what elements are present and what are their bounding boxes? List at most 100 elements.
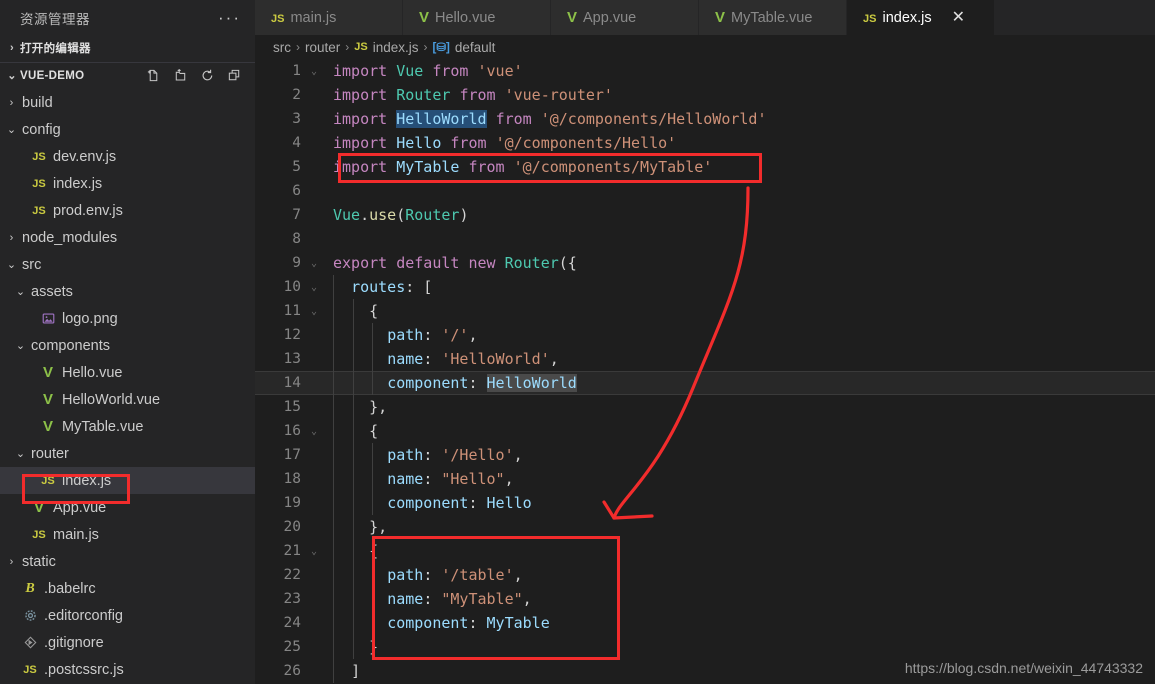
editor-tab-mytable-vue[interactable]: V MyTable.vue: [699, 0, 847, 35]
chevron-down-icon[interactable]: ⌄: [13, 339, 28, 352]
tree-item-gitignore[interactable]: .gitignore: [0, 629, 255, 656]
code-line[interactable]: 11 ⌄ {: [255, 299, 1155, 323]
tree-item-app-vue[interactable]: V App.vue: [0, 494, 255, 521]
editor-tab-main-js[interactable]: JS main.js: [255, 0, 403, 35]
fold-chevron-icon[interactable]: ⌄: [305, 258, 323, 269]
tree-item-node-modules[interactable]: › node_modules: [0, 224, 255, 251]
breadcrumb-segment[interactable]: index.js: [373, 40, 419, 55]
code-line[interactable]: 10 ⌄ routes: [: [255, 275, 1155, 299]
editor-tab-app-vue[interactable]: V App.vue: [551, 0, 699, 35]
fold-chevron-icon[interactable]: ⌄: [305, 546, 323, 557]
fold-chevron-icon[interactable]: ⌄: [305, 306, 323, 317]
tree-item-mytable-vue[interactable]: V MyTable.vue: [0, 413, 255, 440]
code-line[interactable]: 12 path: '/',: [255, 323, 1155, 347]
project-section-header[interactable]: ⌄ VUE-DEMO: [0, 62, 255, 88]
code-token: from: [468, 158, 505, 176]
breadcrumb-js-icon: JS: [354, 41, 368, 53]
tree-item-label: dev.env.js: [53, 148, 117, 165]
tree-item-assets[interactable]: ⌄ assets: [0, 278, 255, 305]
tree-item-static[interactable]: › static: [0, 548, 255, 575]
code-line[interactable]: 1 ⌄ import Vue from 'vue': [255, 59, 1155, 83]
tree-item-editorconfig[interactable]: .editorconfig: [0, 602, 255, 629]
tab-file-icon: V: [715, 10, 725, 26]
code-line[interactable]: 7 Vue.use(Router): [255, 203, 1155, 227]
tree-item-postcssrc-js[interactable]: JS .postcssrc.js: [0, 656, 255, 683]
tree-item-hello-vue[interactable]: V Hello.vue: [0, 359, 255, 386]
tree-item-router[interactable]: ⌄ router: [0, 440, 255, 467]
code-line[interactable]: 23 name: "MyTable",: [255, 587, 1155, 611]
tree-item-config[interactable]: ⌄ config: [0, 116, 255, 143]
code-line[interactable]: 8: [255, 227, 1155, 251]
editor-tab-hello-vue[interactable]: V Hello.vue: [403, 0, 551, 35]
code-token: default: [396, 254, 460, 272]
tree-item-dev-env-js[interactable]: JS dev.env.js: [0, 143, 255, 170]
code-token: component: [387, 614, 469, 632]
fold-chevron-icon[interactable]: ⌄: [305, 282, 323, 293]
chevron-down-icon[interactable]: ⌄: [4, 258, 19, 271]
tree-item-prod-env-js[interactable]: JS prod.env.js: [0, 197, 255, 224]
js-file-icon: JS: [41, 474, 55, 487]
code-editor[interactable]: 1 ⌄ import Vue from 'vue' 2 import Router fr…: [255, 59, 1155, 683]
breadcrumb-segment[interactable]: router: [305, 40, 340, 55]
code-token: ,: [513, 566, 523, 584]
tree-item-logo-png[interactable]: logo.png: [0, 305, 255, 332]
tree-item-src[interactable]: ⌄ src: [0, 251, 255, 278]
code-line-text: component: HelloWorld: [323, 374, 577, 392]
more-actions-icon[interactable]: ···: [218, 9, 251, 26]
code-line[interactable]: 18 name: "Hello",: [255, 467, 1155, 491]
chevron-right-icon[interactable]: ›: [4, 97, 19, 109]
code-token: ,: [522, 590, 532, 608]
tree-item-babelrc[interactable]: B .babelrc: [0, 575, 255, 602]
chevron-down-icon[interactable]: ⌄: [13, 447, 28, 460]
tree-item-index-js[interactable]: JS index.js: [0, 170, 255, 197]
fold-chevron-icon[interactable]: ⌄: [305, 66, 323, 77]
chevron-down-icon[interactable]: ⌄: [4, 123, 19, 136]
tree-item-build[interactable]: › build: [0, 89, 255, 116]
breadcrumb[interactable]: src › router › JS index.js › [⛁] default: [255, 35, 1155, 59]
breadcrumb-segment[interactable]: default: [455, 40, 496, 55]
breadcrumb-separator-icon: ›: [296, 40, 300, 54]
code-line[interactable]: 9 ⌄ export default new Router({: [255, 251, 1155, 275]
indent-guide: [333, 419, 334, 443]
code-line[interactable]: 20 },: [255, 515, 1155, 539]
tree-item-helloworld-vue[interactable]: V HelloWorld.vue: [0, 386, 255, 413]
chevron-right-icon[interactable]: ›: [4, 556, 19, 568]
code-line[interactable]: 15 },: [255, 395, 1155, 419]
code-token: import: [333, 62, 388, 80]
chevron-right-icon[interactable]: ›: [4, 232, 19, 244]
tree-item-label: config: [22, 121, 61, 138]
indent-guide: [352, 395, 354, 419]
code-line[interactable]: 16 ⌄ {: [255, 419, 1155, 443]
chevron-down-icon[interactable]: ⌄: [13, 285, 28, 298]
indent-guide: [333, 347, 334, 371]
breadcrumb-segment[interactable]: src: [273, 40, 291, 55]
code-line[interactable]: 3 import HelloWorld from '@/components/He…: [255, 107, 1155, 131]
code-line[interactable]: 13 name: 'HelloWorld',: [255, 347, 1155, 371]
new-folder-icon[interactable]: [173, 68, 188, 83]
code-line[interactable]: 24 component: MyTable: [255, 611, 1155, 635]
code-line[interactable]: 19 component: Hello: [255, 491, 1155, 515]
fold-chevron-icon[interactable]: ⌄: [305, 426, 323, 437]
code-line[interactable]: 22 path: '/table',: [255, 563, 1155, 587]
code-line[interactable]: 4 import Hello from '@/components/Hello': [255, 131, 1155, 155]
close-icon[interactable]: ✕: [952, 9, 965, 26]
tree-item-label: node_modules: [22, 229, 118, 246]
open-editors-section-header[interactable]: › 打开的编辑器: [0, 35, 255, 61]
code-line[interactable]: 2 import Router from 'vue-router': [255, 83, 1155, 107]
tree-item-index-js[interactable]: JS index.js: [0, 467, 255, 494]
editor-tab-index-js[interactable]: JS index.js ✕: [847, 0, 995, 35]
tree-item-components[interactable]: ⌄ components: [0, 332, 255, 359]
collapse-all-icon[interactable]: [227, 68, 242, 83]
code-line[interactable]: 21 ⌄ {: [255, 539, 1155, 563]
code-line[interactable]: 25 }: [255, 635, 1155, 659]
code-token: Vue: [333, 206, 361, 224]
code-line[interactable]: 5 import MyTable from '@/components/MyTab…: [255, 155, 1155, 179]
refresh-icon[interactable]: [200, 68, 215, 83]
new-file-icon[interactable]: [146, 68, 161, 83]
code-line[interactable]: 6: [255, 179, 1155, 203]
code-line[interactable]: 17 path: '/Hello',: [255, 443, 1155, 467]
tree-item-main-js[interactable]: JS main.js: [0, 521, 255, 548]
code-line[interactable]: 14 component: HelloWorld: [255, 371, 1155, 395]
indent-guide: [352, 419, 354, 443]
